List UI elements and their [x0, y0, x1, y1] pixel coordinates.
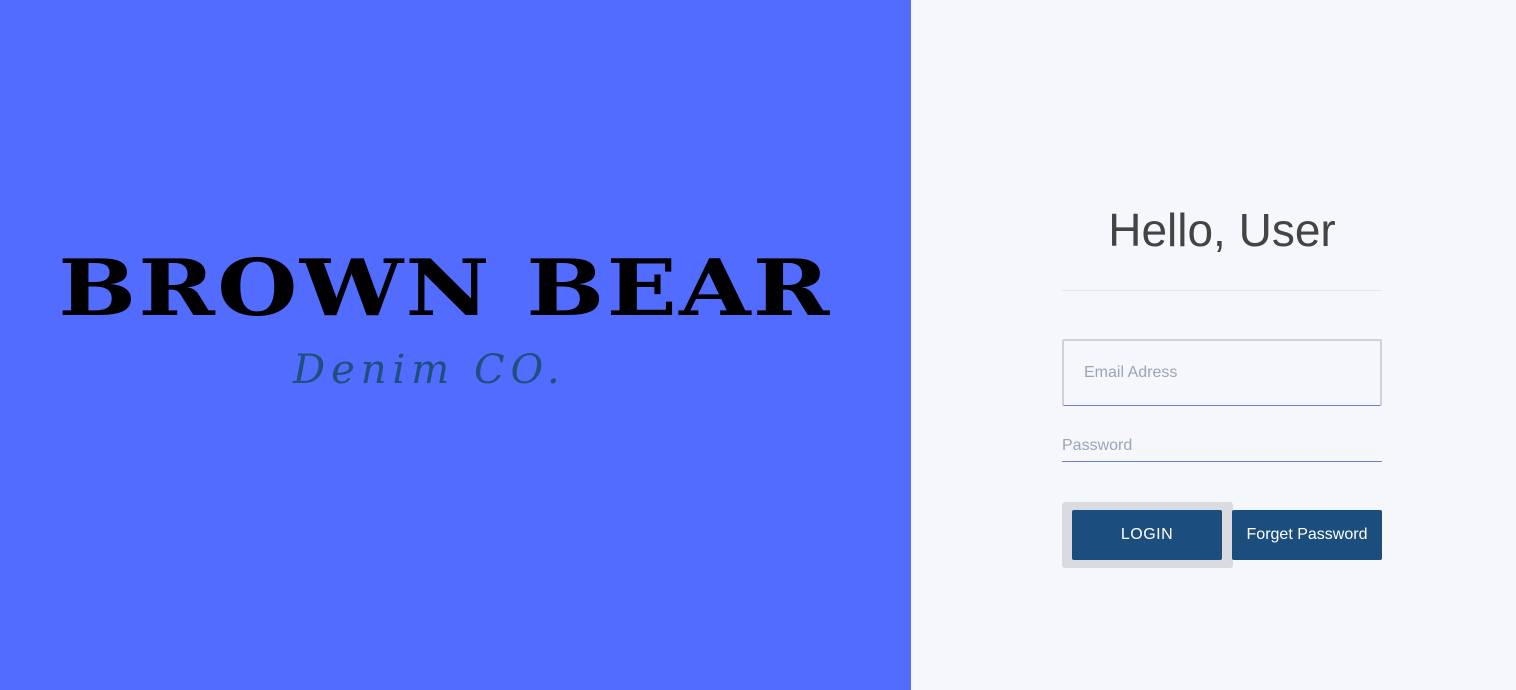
- page-title: Hello, User: [1108, 204, 1336, 256]
- login-button-focus-ring: LOGIN: [1062, 502, 1233, 568]
- password-field[interactable]: [1062, 430, 1382, 462]
- brand-logo-tagline: Denim CO.: [293, 347, 566, 393]
- divider: [1062, 290, 1382, 291]
- login-form: Hello, User LOGIN Forget Password: [1062, 0, 1382, 690]
- login-button[interactable]: LOGIN: [1072, 510, 1222, 560]
- brand-logo-name: BROWN BEAR: [58, 243, 832, 334]
- brand-panel: BROWN BEAR Denim CO.: [0, 0, 911, 690]
- forgot-password-button[interactable]: Forget Password: [1232, 510, 1382, 560]
- email-field[interactable]: [1062, 339, 1382, 406]
